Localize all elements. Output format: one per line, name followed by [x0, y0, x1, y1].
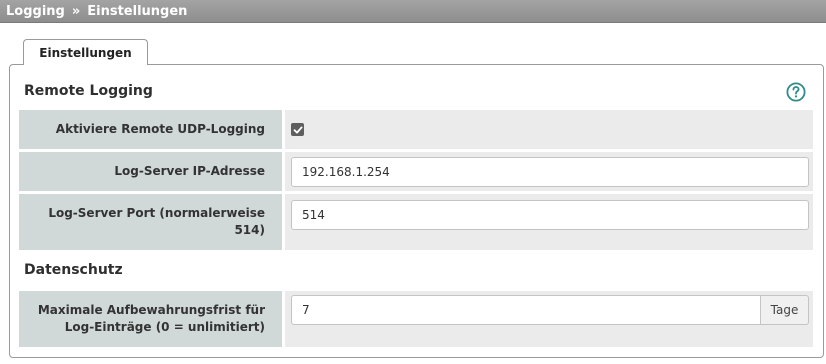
section-title-datenschutz: Datenschutz [24, 262, 123, 278]
tab-einstellungen[interactable]: Einstellungen [23, 39, 148, 65]
log-server-ip-label: Log-Server IP-Adresse [19, 152, 282, 191]
retention-input[interactable]: 7 [291, 295, 761, 325]
udp-logging-checkbox[interactable] [291, 123, 304, 136]
log-server-port-input[interactable]: 514 [291, 200, 809, 230]
retention-unit-addon: Tage [761, 295, 809, 325]
section-title-remote-logging: Remote Logging [24, 83, 153, 99]
checkmark-icon [293, 126, 302, 133]
log-server-port-value-cell: 514 [285, 194, 813, 250]
question-circle-icon[interactable] [786, 82, 806, 102]
log-server-port-label: Log-Server Port (normalerweise 514) [19, 194, 282, 250]
log-server-ip-value-cell: 192.168.1.254 [285, 152, 813, 191]
udp-logging-label: Aktiviere Remote UDP-Logging [19, 110, 282, 149]
udp-logging-value-cell [285, 110, 813, 149]
log-server-ip-input[interactable]: 192.168.1.254 [291, 156, 809, 187]
log-server-port-label-line2: 514) [234, 223, 265, 237]
row-udp-logging: Aktiviere Remote UDP-Logging [19, 110, 813, 149]
row-log-server-port: Log-Server Port (normalerweise 514) 514 [19, 194, 813, 250]
breadcrumb-parent[interactable]: Logging [6, 4, 65, 19]
retention-label-line2: Log-Einträge (0 = unlimitiert) [64, 320, 265, 334]
retention-input-group: 7 Tage [291, 295, 809, 325]
retention-label: Maximale Aufbewahrungsfrist für Log-Eint… [19, 291, 282, 347]
retention-value-cell: 7 Tage [285, 291, 813, 347]
tab-label: Einstellungen [39, 45, 132, 60]
row-retention: Maximale Aufbewahrungsfrist für Log-Eint… [19, 291, 813, 347]
breadcrumb: Logging » Einstellungen [0, 0, 826, 23]
log-server-port-label-line1: Log-Server Port (normalerweise [48, 206, 265, 220]
retention-label-line1: Maximale Aufbewahrungsfrist für [37, 303, 265, 317]
row-log-server-ip: Log-Server IP-Adresse 192.168.1.254 [19, 152, 813, 191]
breadcrumb-current: Einstellungen [87, 3, 188, 19]
breadcrumb-separator: » [71, 3, 81, 19]
